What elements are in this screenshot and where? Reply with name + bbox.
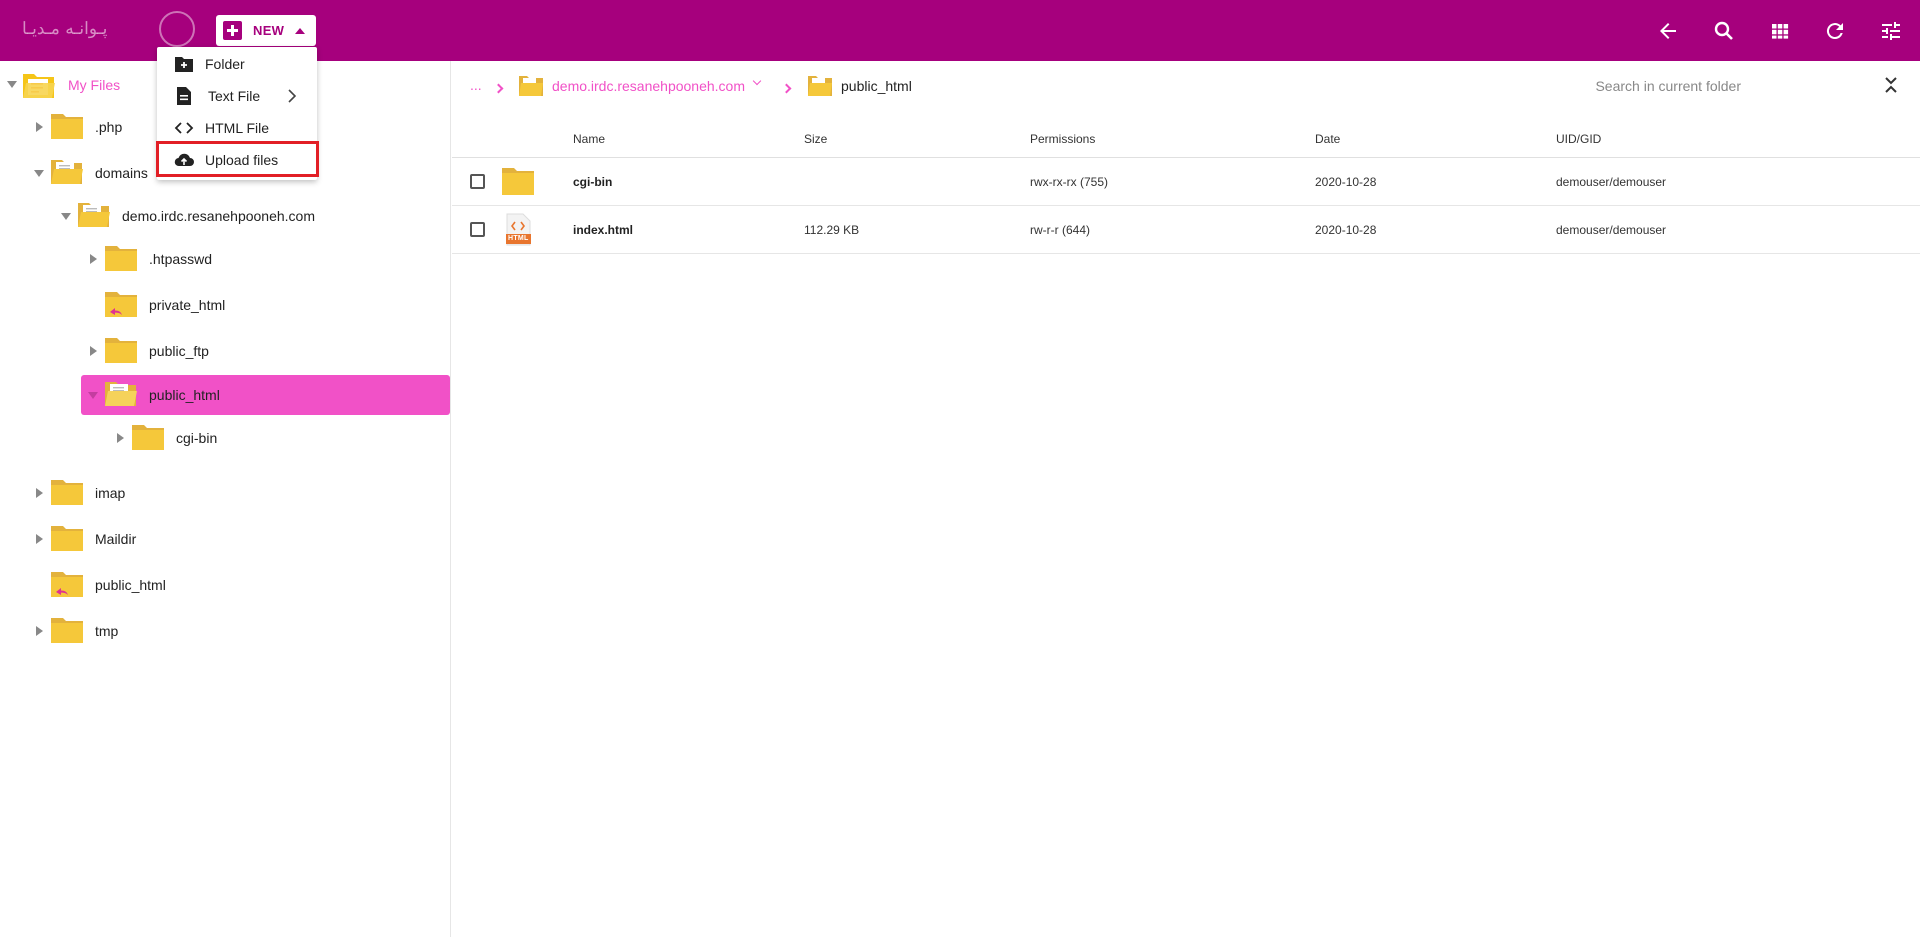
menu-item-folder[interactable]: Folder [157, 48, 317, 80]
tree-label: public_html [95, 577, 166, 593]
folder-icon [132, 425, 164, 450]
file-name[interactable]: index.html [573, 223, 633, 237]
expand-down-icon[interactable] [34, 170, 44, 177]
logo: پـوانـه مـدیـا [22, 11, 195, 47]
folder-open-icon [105, 382, 137, 406]
file-date: 2020-10-28 [1315, 175, 1377, 189]
tree-label: .php [95, 119, 123, 135]
expand-right-icon[interactable] [90, 254, 97, 264]
expand-right-icon[interactable] [36, 534, 43, 544]
code-icon [174, 122, 194, 134]
table-row[interactable]: cgi-bin rwx-rx-rx (755) 2020-10-28 demou… [452, 158, 1920, 206]
menu-item-label: Folder [205, 56, 245, 72]
menu-item-html-file[interactable]: HTML File [157, 112, 317, 144]
expand-right-icon[interactable] [36, 626, 43, 636]
logo-text: پـوانـه مـدیـا [22, 19, 108, 39]
expand-right-icon[interactable] [90, 346, 97, 356]
col-date-header[interactable]: Date [1315, 132, 1340, 146]
tree-label: public_html [149, 387, 220, 403]
chevron-right-icon [493, 83, 504, 94]
file-date: 2020-10-28 [1315, 223, 1377, 237]
expand-down-icon[interactable] [61, 213, 71, 220]
settings-sliders-icon[interactable] [1879, 19, 1903, 43]
folder-icon [51, 480, 83, 505]
file-size: 112.29 KB [804, 223, 860, 237]
tree-label: private_html [149, 297, 226, 313]
folder-open-icon [78, 203, 110, 227]
col-permissions-header[interactable]: Permissions [1030, 132, 1095, 146]
folder-open-icon [23, 74, 55, 98]
table-header: Name Size Permissions Date UID/GID [452, 118, 1920, 158]
chevron-right-icon [288, 89, 297, 103]
col-size-header[interactable]: Size [804, 132, 827, 146]
menu-item-label: Text File [208, 88, 261, 104]
upload-files-highlight-box [156, 141, 319, 177]
folder-open-icon [808, 76, 832, 96]
file-uid: demouser/demouser [1556, 223, 1667, 237]
file-uid: demouser/demouser [1556, 175, 1667, 189]
folder-icon [51, 526, 83, 551]
breadcrumb-ellipsis[interactable]: ... [470, 77, 482, 93]
folder-open-icon [519, 76, 543, 96]
search-icon[interactable] [1712, 19, 1736, 43]
chevron-right-icon [781, 83, 792, 94]
tree-label: .htpasswd [149, 251, 213, 267]
collapse-icon[interactable] [1883, 76, 1899, 94]
new-button[interactable]: NEW [216, 15, 316, 46]
file-name[interactable]: cgi-bin [573, 175, 612, 189]
expand-down-icon[interactable] [7, 81, 17, 88]
expand-right-icon[interactable] [36, 488, 43, 498]
row-checkbox[interactable] [470, 174, 485, 189]
new-folder-icon [175, 57, 193, 72]
tree-label: Maildir [95, 531, 137, 547]
text-file-icon [177, 87, 191, 105]
refresh-icon[interactable] [1823, 19, 1847, 43]
expand-down-icon[interactable] [88, 392, 98, 399]
expand-right-icon[interactable] [36, 122, 43, 132]
breadcrumb-current: public_html [841, 78, 912, 94]
file-permissions[interactable]: rwx-rx-rx (755) [1030, 175, 1108, 189]
menu-item-label: HTML File [205, 120, 270, 136]
new-button-label: NEW [253, 23, 285, 38]
breadcrumb-domain[interactable]: demo.irdc.resanehpooneh.com [552, 78, 745, 94]
chevron-down-icon[interactable] [752, 76, 762, 86]
expand-right-icon[interactable] [117, 433, 124, 443]
col-name-header[interactable]: Name [573, 132, 605, 146]
folder-icon [51, 114, 83, 139]
tree-label: domains [95, 165, 148, 181]
col-uid-header[interactable]: UID/GID [1556, 132, 1601, 146]
breadcrumb: ... demo.irdc.resanehpooneh.com public_h… [452, 61, 1920, 111]
folder-link-icon [105, 292, 137, 317]
logo-circle [159, 11, 195, 47]
plus-icon [223, 21, 242, 40]
folder-icon [502, 168, 534, 195]
folder-link-icon [51, 572, 83, 597]
grid-view-icon[interactable] [1768, 19, 1792, 43]
caret-up-icon [295, 27, 306, 34]
search-input[interactable]: Search in current folder [1595, 78, 1741, 94]
folder-icon [105, 338, 137, 363]
row-checkbox[interactable] [470, 222, 485, 237]
tree-label: cgi-bin [176, 430, 218, 446]
menu-item-text-file[interactable]: Text File [157, 80, 317, 112]
folder-icon [105, 246, 137, 271]
table-row[interactable]: HTML index.html 112.29 KB rw-r-r (644) 2… [452, 206, 1920, 254]
tree-label: My Files [68, 77, 121, 93]
tree-label: public_ftp [149, 343, 209, 359]
folder-open-icon [51, 160, 83, 184]
html-icon-label: HTML [508, 235, 529, 242]
folder-icon [51, 618, 83, 643]
tree-label: demo.irdc.resanehpooneh.com [122, 208, 316, 224]
tree-label: tmp [95, 623, 119, 639]
back-arrow-icon[interactable] [1656, 19, 1680, 43]
tree-label: imap [95, 485, 126, 501]
file-permissions[interactable]: rw-r-r (644) [1030, 223, 1090, 237]
